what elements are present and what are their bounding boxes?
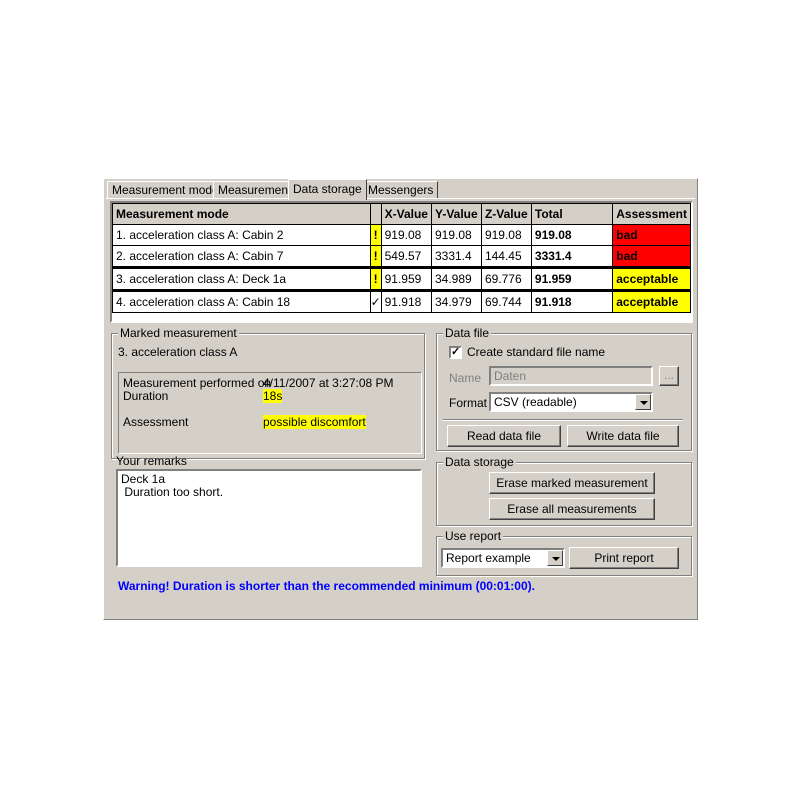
duration-value: 18s xyxy=(263,389,283,403)
cell-z: 69.776 xyxy=(480,266,532,292)
data-storage-group: Data storage Erase marked measurement Er… xyxy=(436,455,692,526)
col-header-assessment[interactable]: Assessment xyxy=(612,203,691,225)
chevron-down-icon[interactable] xyxy=(547,550,563,566)
name-label: Name xyxy=(449,371,482,385)
report-select-value: Report example xyxy=(446,551,531,565)
format-label: Format xyxy=(449,396,488,410)
warning-message: Warning! Duration is shorter than the re… xyxy=(118,579,535,593)
performed-label: Measurement performed on xyxy=(123,376,272,390)
assessment-value: possible discomfort xyxy=(263,415,366,429)
marked-measurement-name: 3. acceleration class A xyxy=(118,345,238,359)
data-file-group: Data file ✓ Create standard file name Na… xyxy=(436,326,692,451)
performed-value: 4/11/2007 at 3:27:08 PM xyxy=(263,376,394,390)
main-window: Measurement mode Measurement Data storag… xyxy=(103,178,698,620)
cell-x: 91.959 xyxy=(380,266,432,292)
table-row[interactable]: 2. acceleration class A: Cabin 7 ! 549.5… xyxy=(112,245,691,268)
duration-label: Duration xyxy=(123,389,169,403)
col-header-y[interactable]: Y-Value xyxy=(430,203,482,225)
data-file-title: Data file xyxy=(443,326,492,340)
use-report-title: Use report xyxy=(443,529,504,543)
cell-assessment: acceptable xyxy=(612,266,691,292)
table-row[interactable]: 4. acceleration class A: Cabin 18 ✓ 91.9… xyxy=(112,290,691,313)
col-header-flag[interactable] xyxy=(369,203,382,225)
measurement-details: Measurement performed on 4/11/2007 at 3:… xyxy=(118,372,422,454)
format-select-value: CSV (readable) xyxy=(494,395,577,409)
cell-x: 919.08 xyxy=(380,224,432,246)
cell-x: 91.918 xyxy=(380,290,432,313)
read-data-file-button[interactable]: Read data file xyxy=(447,425,561,447)
col-header-mode[interactable]: Measurement mode xyxy=(112,203,371,225)
cell-y: 3331.4 xyxy=(430,245,482,268)
cell-total: 91.918 xyxy=(530,290,614,313)
tab-messengers[interactable]: Messengers xyxy=(363,181,439,199)
marked-measurement-title: Marked measurement xyxy=(118,326,239,340)
warning-flag-icon: ! xyxy=(369,245,382,268)
cell-mode: 1. acceleration class A: Cabin 2 xyxy=(112,224,371,246)
cell-z: 69.744 xyxy=(480,290,532,313)
name-input[interactable]: Daten xyxy=(489,366,653,386)
measurement-grid[interactable]: Measurement mode X-Value Y-Value Z-Value… xyxy=(110,201,693,323)
cell-assessment: acceptable xyxy=(612,290,691,313)
format-select[interactable]: CSV (readable) xyxy=(489,392,653,412)
grid-header-row: Measurement mode X-Value Y-Value Z-Value… xyxy=(112,203,691,225)
cell-mode: 2. acceleration class A: Cabin 7 xyxy=(112,245,371,268)
cell-assessment: bad xyxy=(612,224,691,246)
warning-flag-icon: ! xyxy=(369,224,382,246)
cell-mode: 4. acceleration class A: Cabin 18 xyxy=(112,290,371,313)
assessment-label: Assessment xyxy=(123,415,189,429)
divider xyxy=(443,419,683,421)
cell-total: 3331.4 xyxy=(530,245,614,268)
cell-total: 91.959 xyxy=(530,266,614,292)
cell-z: 144.45 xyxy=(480,245,532,268)
cell-z: 919.08 xyxy=(480,224,532,246)
marked-measurement-group: Marked measurement 3. acceleration class… xyxy=(111,326,425,459)
cell-mode: 3. acceleration class A: Deck 1a xyxy=(112,266,371,292)
create-filename-checkbox[interactable]: ✓ xyxy=(449,346,462,359)
data-storage-title: Data storage xyxy=(443,455,516,469)
report-select[interactable]: Report example xyxy=(441,548,565,568)
table-row-selected[interactable]: 3. acceleration class A: Deck 1a ! 91.95… xyxy=(112,266,691,292)
tab-measurement-mode[interactable]: Measurement mode xyxy=(107,181,224,199)
tab-data-storage[interactable]: Data storage xyxy=(288,179,367,200)
cell-x: 549.57 xyxy=(380,245,432,268)
warning-flag-icon: ! xyxy=(369,266,382,292)
remarks-textarea[interactable]: Deck 1a Duration too short. xyxy=(116,469,422,567)
browse-button[interactable]: ... xyxy=(659,366,679,386)
cell-assessment: bad xyxy=(612,245,691,268)
cell-y: 919.08 xyxy=(430,224,482,246)
remarks-title: Your remarks xyxy=(116,454,187,468)
cell-total: 919.08 xyxy=(530,224,614,246)
table-row[interactable]: 1. acceleration class A: Cabin 2 ! 919.0… xyxy=(112,224,691,246)
write-data-file-button[interactable]: Write data file xyxy=(567,425,679,447)
chevron-down-icon[interactable] xyxy=(635,394,651,410)
col-header-z[interactable]: Z-Value xyxy=(480,203,532,225)
col-header-x[interactable]: X-Value xyxy=(380,203,432,225)
use-report-group: Use report Report example Print report xyxy=(436,529,692,576)
erase-all-button[interactable]: Erase all measurements xyxy=(489,498,655,520)
cell-y: 34.979 xyxy=(430,290,482,313)
check-flag-icon: ✓ xyxy=(369,290,382,313)
erase-marked-button[interactable]: Erase marked measurement xyxy=(489,472,655,494)
print-report-button[interactable]: Print report xyxy=(569,547,679,569)
create-filename-label: Create standard file name xyxy=(467,345,606,359)
cell-y: 34.989 xyxy=(430,266,482,292)
col-header-total[interactable]: Total xyxy=(530,203,614,225)
tab-measurement[interactable]: Measurement xyxy=(213,181,297,199)
